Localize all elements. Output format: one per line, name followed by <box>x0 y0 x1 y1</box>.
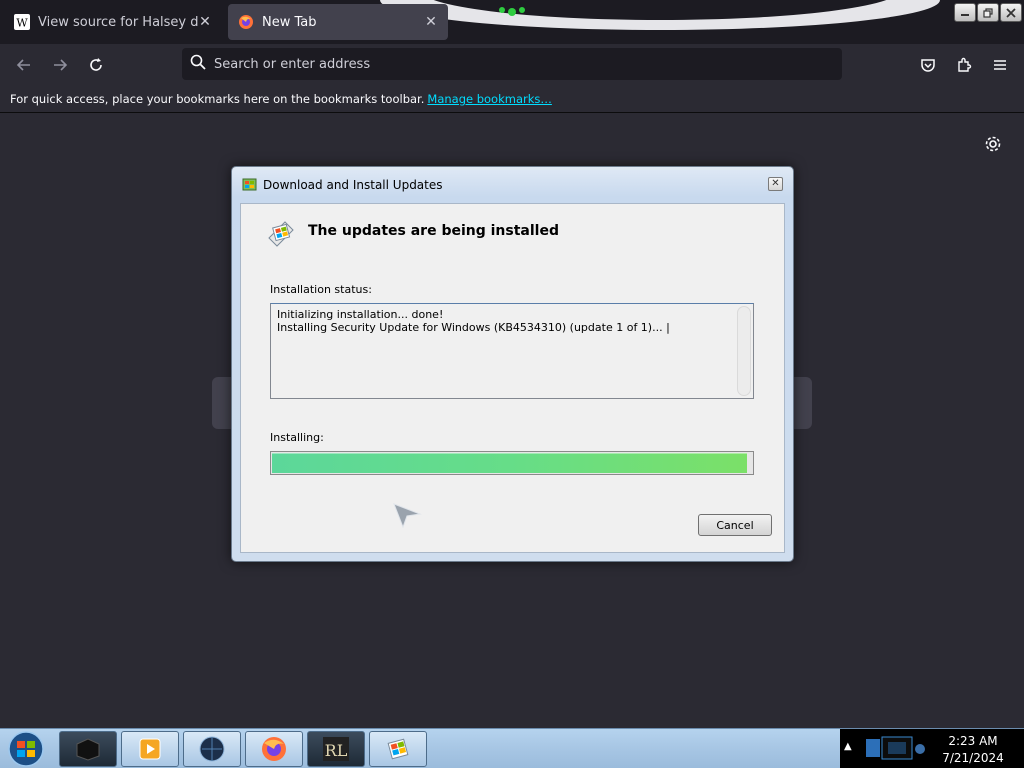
svg-text:W: W <box>16 17 28 30</box>
dialog-title: Download and Install Updates <box>263 178 443 192</box>
taskbar-terminal-icon[interactable] <box>59 731 117 767</box>
address-input[interactable] <box>214 56 842 72</box>
navigation-bar <box>0 44 1024 86</box>
restore-icon[interactable] <box>977 3 999 22</box>
tray-app-icons[interactable] <box>864 733 926 765</box>
taskbar-windows-update-icon[interactable] <box>369 731 427 767</box>
dialog-heading: The updates are being installed <box>308 223 559 239</box>
taskbar-media-player-icon[interactable] <box>121 731 179 767</box>
url-bar[interactable] <box>182 48 842 80</box>
search-icon <box>190 54 206 74</box>
extensions-icon[interactable] <box>950 52 978 78</box>
windows-update-icon <box>265 216 297 248</box>
taskbar-rl-app-icon[interactable]: RL <box>307 731 365 767</box>
firefox-icon <box>238 14 254 30</box>
close-icon[interactable]: ✕ <box>768 177 783 191</box>
clock-date: 7/21/2024 <box>942 751 1004 765</box>
theme-green-icon <box>499 7 525 16</box>
close-window-icon[interactable] <box>1000 3 1022 22</box>
tab-strip: W View source for Halsey discogra ✕ New … <box>0 0 1024 44</box>
status-line: Installing Security Update for Windows (… <box>277 321 670 334</box>
menu-icon[interactable] <box>986 52 1014 78</box>
cursor-icon <box>393 503 422 528</box>
manage-bookmarks-link[interactable]: Manage bookmarks… <box>427 92 552 106</box>
status-label: Installation status: <box>270 283 372 296</box>
minimize-icon[interactable] <box>954 3 976 22</box>
pocket-icon[interactable] <box>914 52 942 78</box>
close-icon[interactable]: ✕ <box>424 14 438 30</box>
dialog-body: The updates are being installed Installa… <box>240 203 785 553</box>
taskbar: RL ▲ 2:23 AM 7/21/2024 <box>0 728 1024 768</box>
bookmarks-message: For quick access, place your bookmarks h… <box>10 92 425 106</box>
window-controls <box>954 3 1022 22</box>
back-arrow-icon[interactable] <box>10 52 38 78</box>
start-button[interactable] <box>2 730 52 768</box>
taskbar-firefox-icon[interactable] <box>245 731 303 767</box>
scrollbar[interactable] <box>737 306 751 396</box>
update-dialog: Download and Install Updates ✕ The updat… <box>231 166 794 562</box>
taskbar-globe-icon[interactable] <box>183 731 241 767</box>
show-hidden-icons-icon[interactable]: ▲ <box>844 741 852 752</box>
cancel-button[interactable]: Cancel <box>698 514 772 536</box>
tab-new-tab[interactable]: New Tab ✕ <box>228 4 448 40</box>
windows-update-icon <box>242 177 258 193</box>
progress-label: Installing: <box>270 431 324 444</box>
svg-text:RL: RL <box>325 741 348 760</box>
installation-status-box: Initializing installation... done! Insta… <box>270 303 754 399</box>
install-progress-bar <box>270 451 754 475</box>
status-line: Initializing installation... done! <box>277 308 444 321</box>
reload-icon[interactable] <box>82 52 110 78</box>
clock-time: 2:23 AM <box>948 734 998 748</box>
tab-wikipedia[interactable]: W View source for Halsey discogra ✕ <box>4 4 222 40</box>
forward-arrow-icon[interactable] <box>46 52 74 78</box>
tab-title: View source for Halsey discogra <box>38 14 198 30</box>
tab-title: New Tab <box>262 14 317 30</box>
gear-icon[interactable] <box>984 135 1002 153</box>
dialog-titlebar: Download and Install Updates <box>242 177 443 193</box>
bookmarks-toolbar: For quick access, place your bookmarks h… <box>0 86 1024 113</box>
progress-fill <box>272 453 748 473</box>
clock[interactable]: 2:23 AM 7/21/2024 <box>936 733 1010 767</box>
close-icon[interactable]: ✕ <box>198 14 212 30</box>
wikipedia-icon: W <box>14 14 30 30</box>
